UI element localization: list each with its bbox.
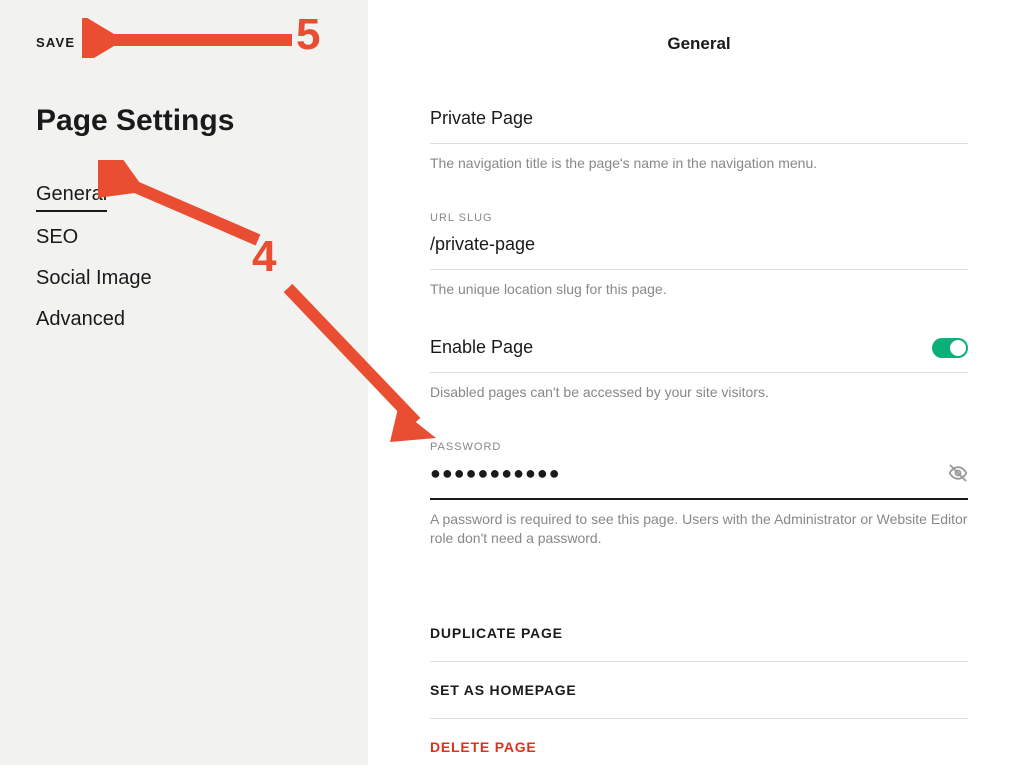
sidebar: SAVE Page Settings General SEO Social Im…: [0, 0, 368, 765]
page-name-value[interactable]: Private Page: [430, 108, 968, 144]
eye-off-icon[interactable]: [948, 463, 968, 483]
page-name-help: The navigation title is the page's name …: [430, 154, 968, 174]
settings-nav: General SEO Social Image Advanced: [36, 174, 332, 340]
enable-page-help: Disabled pages can't be accessed by your…: [430, 383, 968, 403]
url-slug-help: The unique location slug for this page.: [430, 280, 968, 300]
enable-page-toggle[interactable]: [932, 338, 968, 358]
page-name-field: Private Page The navigation title is the…: [430, 108, 968, 174]
password-input[interactable]: ●●●●●●●●●●●: [430, 463, 561, 484]
enable-page-field: Enable Page Disabled pages can't be acce…: [430, 337, 968, 403]
page-title: Page Settings: [36, 104, 332, 138]
url-slug-field: URL SLUG /private-page The unique locati…: [430, 212, 968, 300]
password-label: PASSWORD: [430, 441, 968, 453]
nav-item-general[interactable]: General: [36, 174, 107, 212]
password-field: PASSWORD ●●●●●●●●●●● A password is requi…: [430, 441, 968, 549]
enable-page-label: Enable Page: [430, 337, 533, 358]
main-panel: General Private Page The navigation titl…: [368, 0, 1024, 765]
nav-item-seo[interactable]: SEO: [36, 217, 332, 258]
password-help: A password is required to see this page.…: [430, 510, 968, 549]
duplicate-page-button[interactable]: DUPLICATE PAGE: [430, 605, 968, 662]
url-slug-label: URL SLUG: [430, 212, 968, 224]
nav-item-social-image[interactable]: Social Image: [36, 258, 332, 299]
page-actions: DUPLICATE PAGE SET AS HOMEPAGE DELETE PA…: [430, 605, 968, 765]
main-header: General: [430, 34, 968, 54]
set-homepage-button[interactable]: SET AS HOMEPAGE: [430, 662, 968, 719]
save-button[interactable]: SAVE: [36, 35, 75, 50]
delete-page-button[interactable]: DELETE PAGE: [430, 719, 968, 765]
url-slug-input[interactable]: /private-page: [430, 234, 968, 270]
nav-item-advanced[interactable]: Advanced: [36, 299, 332, 340]
